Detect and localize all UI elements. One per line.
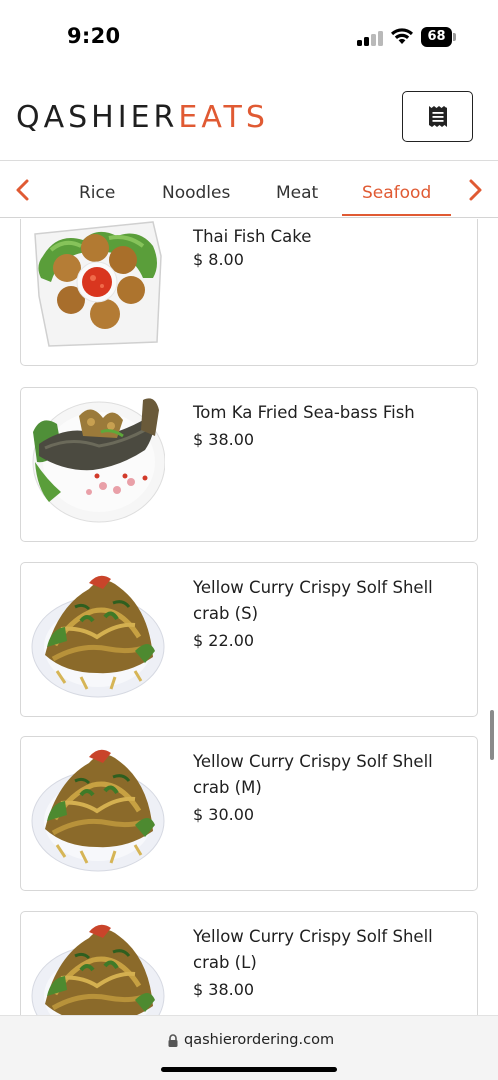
- scrollbar-thumb[interactable]: [490, 710, 494, 760]
- lock-icon: [168, 1034, 178, 1047]
- menu-button[interactable]: [402, 91, 473, 142]
- battery-level: 68: [421, 27, 452, 47]
- menu-item-name: Yellow Curry Crispy Solf Shell crab (M): [193, 752, 433, 797]
- menu-item-price: $ 38.00: [193, 430, 255, 449]
- chevron-right-icon[interactable]: [463, 178, 487, 202]
- yellow-curry-crab-image: [31, 924, 165, 1015]
- tab-seafood[interactable]: Seafood: [362, 183, 431, 203]
- tab-meat[interactable]: Meat: [276, 183, 318, 203]
- menu-item-name: Thai Fish Cake: [193, 227, 312, 246]
- tab-noodles[interactable]: Noodles: [162, 183, 230, 203]
- thai-fish-cake-image: [34, 221, 162, 347]
- status-time: 9:20: [67, 24, 121, 48]
- app-header: QASHIEREATS: [0, 72, 498, 161]
- category-bar: Rice Noodles Meat Seafood: [0, 162, 498, 218]
- menu-item-name: Tom Ka Fried Sea-bass Fish: [193, 403, 415, 422]
- menu-item-list: Thai Fish Cake $ 8.00 Tom Ka Fried Sea-b…: [0, 219, 498, 1015]
- fried-sea-bass-image: [32, 398, 165, 523]
- menu-item-price: $ 30.00: [193, 805, 255, 824]
- menu-item-price: $ 38.00: [193, 980, 255, 999]
- menu-item-card[interactable]: Yellow Curry Crispy Solf Shell crab (L) …: [20, 911, 478, 1015]
- battery-icon: 68: [421, 27, 457, 47]
- status-bar: 9:20 68: [0, 0, 498, 72]
- menu-item-name: Yellow Curry Crispy Solf Shell crab (L): [193, 927, 433, 972]
- yellow-curry-crab-image: [31, 749, 165, 872]
- menu-item-card[interactable]: Yellow Curry Crispy Solf Shell crab (S) …: [20, 562, 478, 717]
- home-indicator[interactable]: [161, 1067, 337, 1072]
- receipt-icon: [429, 106, 447, 127]
- active-tab-indicator: [342, 214, 451, 216]
- wifi-icon: [391, 28, 413, 44]
- menu-item-card[interactable]: Yellow Curry Crispy Solf Shell crab (M) …: [20, 736, 478, 891]
- menu-item-name: Yellow Curry Crispy Solf Shell crab (S): [193, 578, 433, 623]
- chevron-left-icon[interactable]: [11, 178, 35, 202]
- browser-url-bar[interactable]: qashierordering.com: [0, 1015, 498, 1080]
- logo-text-qashier: QASHIER: [16, 100, 179, 135]
- qashier-eats-logo[interactable]: QASHIEREATS: [16, 100, 269, 135]
- menu-item-price: $ 22.00: [193, 631, 255, 650]
- menu-item-price: $ 8.00: [193, 250, 244, 269]
- menu-item-card[interactable]: Tom Ka Fried Sea-bass Fish $ 38.00: [20, 387, 478, 542]
- menu-item-card[interactable]: Thai Fish Cake $ 8.00: [20, 219, 478, 366]
- tab-rice[interactable]: Rice: [79, 183, 115, 203]
- yellow-curry-crab-image: [31, 575, 165, 698]
- signal-icon: [357, 30, 383, 46]
- logo-text-eats: EATS: [178, 100, 269, 135]
- url-text[interactable]: qashierordering.com: [184, 1032, 334, 1048]
